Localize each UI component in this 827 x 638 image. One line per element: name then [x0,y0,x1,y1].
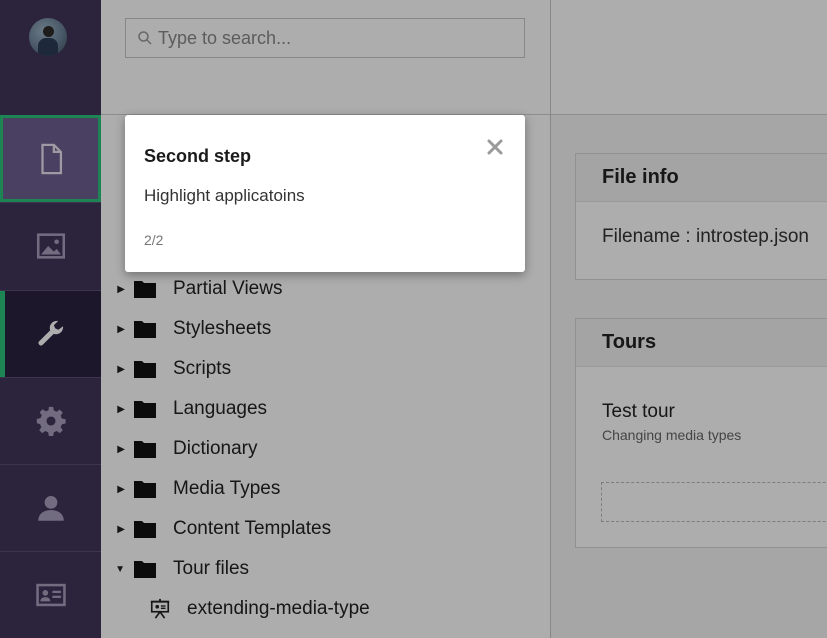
close-icon[interactable] [485,137,505,157]
tour-overlay [0,0,827,638]
tour-step-popup: Second step Highlight applicatoins 2/2 [125,115,525,272]
popup-title: Second step [144,146,252,166]
popup-step-counter: 2/2 [144,232,164,248]
popup-body: Highlight applicatoins [144,186,305,205]
